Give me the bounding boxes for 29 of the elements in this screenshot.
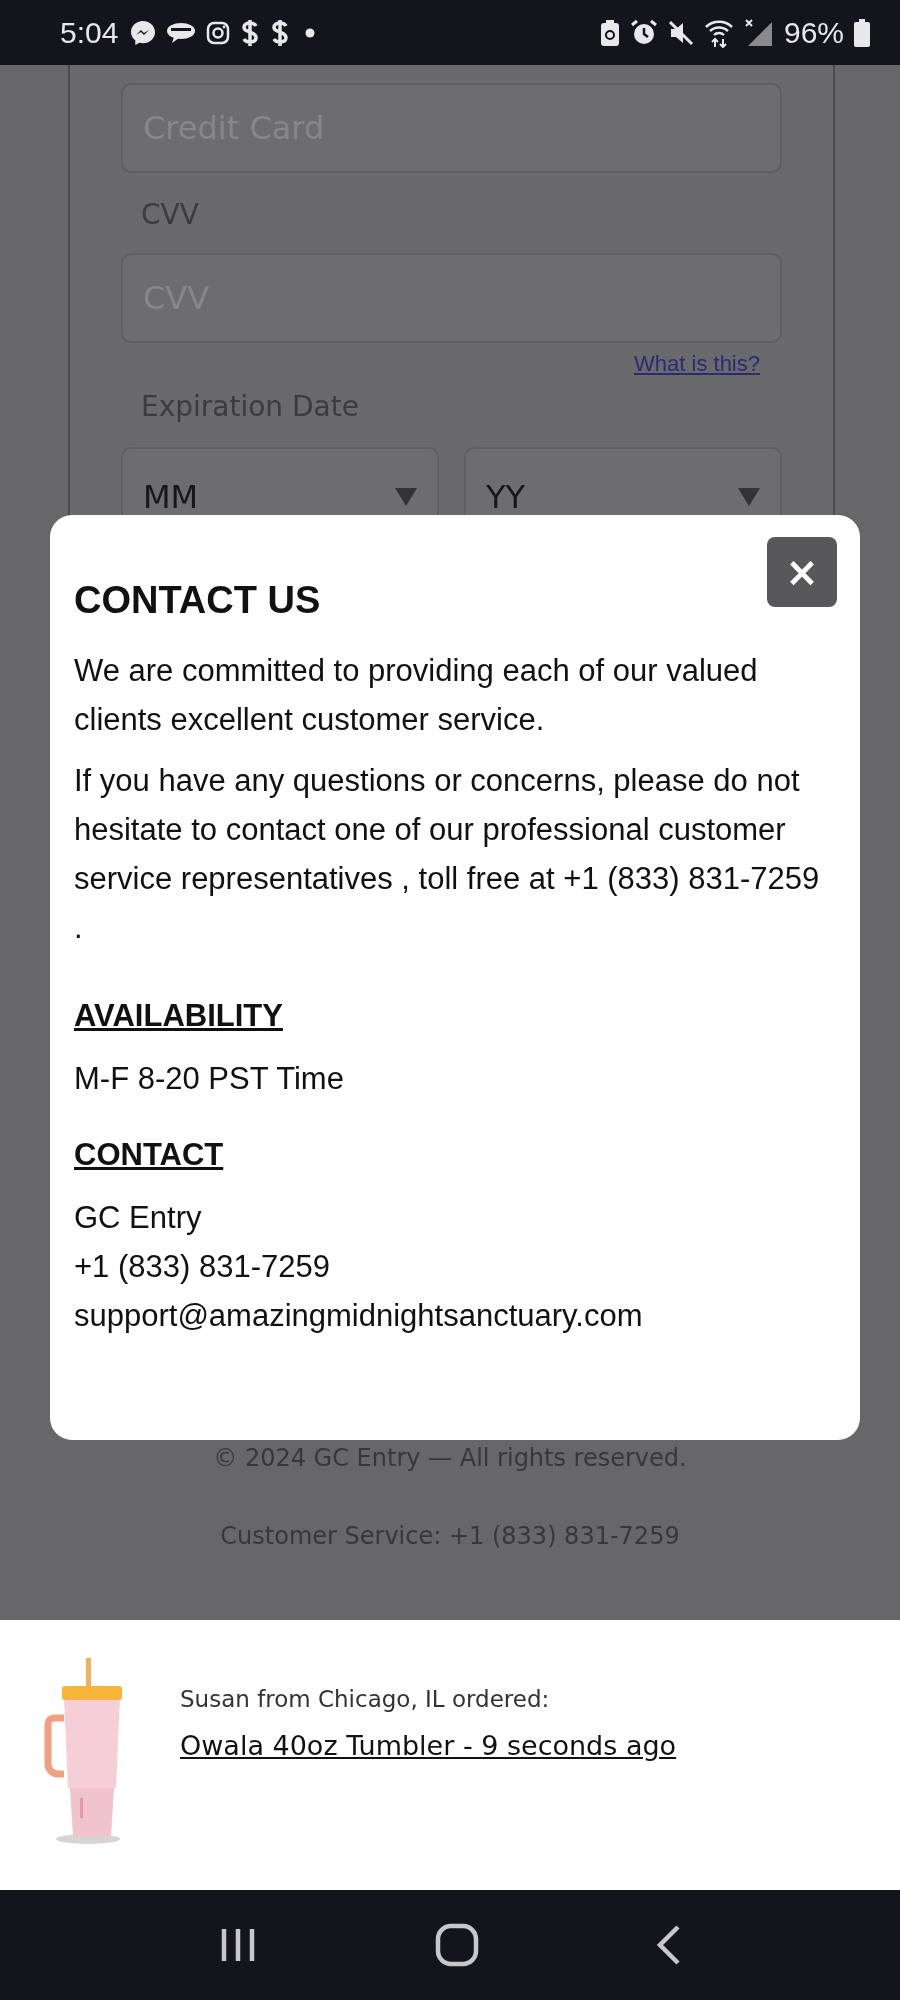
dollar-icon <box>240 17 261 48</box>
alarm-icon <box>629 18 658 47</box>
signal-icon <box>743 17 774 48</box>
contact-line: M-F 8-20 PST Time <box>74 1060 344 1098</box>
dollar-icon <box>270 17 291 48</box>
battery-percentage: 96% <box>783 15 844 50</box>
what-is-this-link[interactable]: What is this? <box>634 351 760 377</box>
caret-icon <box>738 488 760 506</box>
dialog-title: CONTACT US <box>74 579 322 622</box>
home-icon[interactable] <box>435 1923 479 1967</box>
order-message: Susan from Chicago, IL ordered: <box>180 1686 550 1712</box>
dialog-paragraph: If you have any questions or concerns, please do not hesitate to contact one of our professional customer service representatives , toll free at +1 (833) 831-7259 . <box>74 762 821 947</box>
contact-line: GC Entry <box>74 1199 202 1237</box>
close-button[interactable]: × <box>767 537 837 607</box>
clock-time: 5:04 <box>60 15 119 50</box>
section-heading: AVAILABILITY <box>74 998 283 1034</box>
back-icon[interactable] <box>655 1925 682 1965</box>
dialog-paragraph: We are committed to providing each of our valued clients excellent customer service. <box>74 652 759 739</box>
battery-icon <box>854 18 870 47</box>
camera-icon <box>206 20 231 45</box>
messenger-icon <box>130 19 157 46</box>
contact-line: support@amazingmidnightsanctuary.com <box>74 1297 643 1335</box>
chat-icon <box>166 21 197 44</box>
battery-saver-icon <box>599 19 620 46</box>
section-heading: CONTACT <box>74 1137 224 1173</box>
product-link[interactable]: Owala 40oz Tumbler - 9 seconds ago <box>180 1730 677 1761</box>
contact-line: +1 (833) 831-7259 <box>74 1248 330 1286</box>
caret-icon <box>395 488 417 506</box>
mute-icon <box>667 19 694 46</box>
